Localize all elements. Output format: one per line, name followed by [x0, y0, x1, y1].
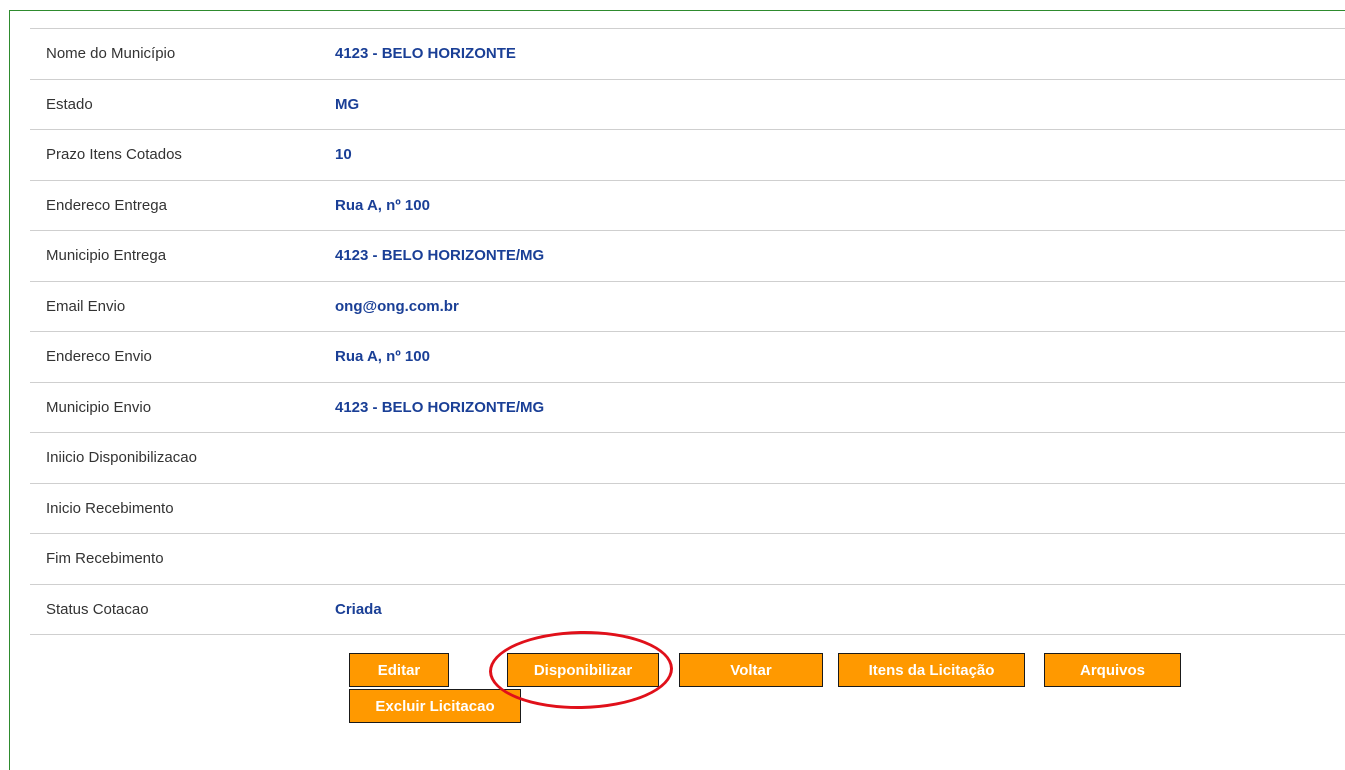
field-value: Rua A, nº 100: [335, 196, 430, 214]
table-row: Fim Recebimento: [30, 534, 1345, 585]
table-row: Endereco Envio Rua A, nº 100: [30, 332, 1345, 383]
table-row: Email Envio ong@ong.com.br: [30, 282, 1345, 332]
editar-button[interactable]: Editar: [349, 653, 449, 687]
table-row: Iniicio Disponibilizacao: [30, 433, 1345, 484]
table-row: Municipio Entrega 4123 - BELO HORIZONTE/…: [30, 231, 1345, 282]
field-value: 10: [335, 146, 352, 164]
field-value: 4123 - BELO HORIZONTE/MG: [335, 398, 545, 416]
field-label: Endereco Entrega: [46, 196, 167, 214]
field-label: Nome do Município: [46, 45, 176, 63]
field-value: ong@ong.com.br: [335, 297, 459, 315]
action-buttons: Editar Disponibilizar Voltar Itens da Li…: [349, 653, 1249, 723]
table-row: Inicio Recebimento: [30, 484, 1345, 534]
details-table: Nome do Município 4123 - BELO HORIZONTE …: [30, 28, 1345, 635]
field-label: Status Cotacao: [46, 600, 149, 618]
itens-licitacao-button[interactable]: Itens da Licitação: [838, 653, 1025, 687]
table-row: Municipio Envio 4123 - BELO HORIZONTE/MG: [30, 383, 1345, 433]
field-label: Iniicio Disponibilizacao: [46, 449, 197, 467]
field-value: 4123 - BELO HORIZONTE: [335, 45, 516, 63]
field-value: 4123 - BELO HORIZONTE/MG: [335, 247, 545, 265]
table-row: Prazo Itens Cotados 10: [30, 130, 1345, 181]
field-value: MG: [335, 95, 360, 113]
field-label: Inicio Recebimento: [46, 499, 174, 517]
field-label: Estado: [46, 95, 93, 113]
field-label: Municipio Entrega: [46, 247, 167, 265]
field-label: Prazo Itens Cotados: [46, 146, 182, 164]
field-label: Municipio Envio: [46, 398, 152, 416]
field-value: Criada: [335, 600, 382, 618]
arquivos-button[interactable]: Arquivos: [1044, 653, 1181, 687]
voltar-button[interactable]: Voltar: [679, 653, 823, 687]
field-value: Rua A, nº 100: [335, 348, 430, 366]
excluir-licitacao-button[interactable]: Excluir Licitacao: [349, 689, 521, 723]
field-label: Endereco Envio: [46, 348, 152, 366]
table-row: Estado MG: [30, 80, 1345, 130]
field-label: Email Envio: [46, 297, 126, 315]
table-row: Nome do Município 4123 - BELO HORIZONTE: [30, 29, 1345, 80]
table-row: Endereco Entrega Rua A, nº 100: [30, 181, 1345, 231]
table-row: Status Cotacao Criada: [30, 585, 1345, 635]
disponibilizar-button[interactable]: Disponibilizar: [507, 653, 659, 687]
field-label: Fim Recebimento: [46, 550, 164, 568]
